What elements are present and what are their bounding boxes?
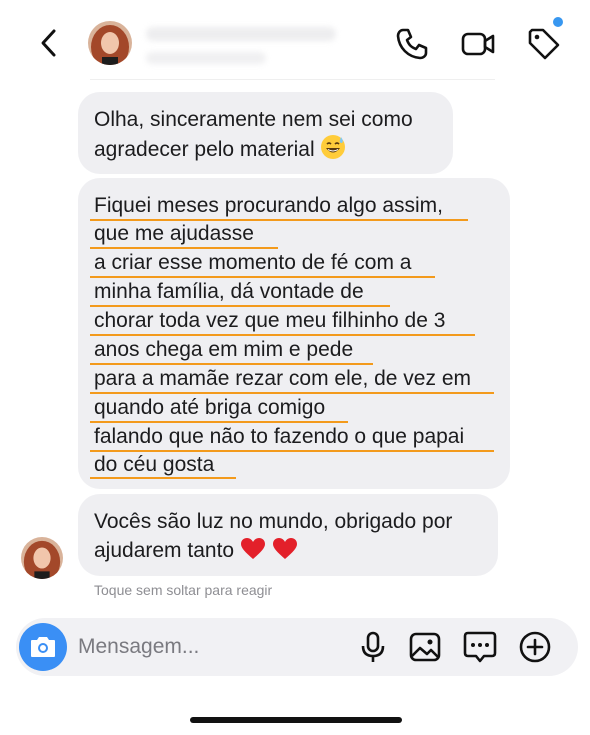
message-line: anos chega em mim e pede xyxy=(94,338,354,361)
message-line: quando até briga comigo xyxy=(94,396,326,419)
message-bubble[interactable]: Fiquei meses procurando algo assim, que … xyxy=(78,178,510,489)
message-line: minha família, dá vontade de xyxy=(94,280,364,303)
highlight-underline xyxy=(90,477,236,479)
contact-status-blurred xyxy=(146,52,266,64)
message-line: do céu gosta xyxy=(94,453,215,476)
reaction-hint: Toque sem soltar para reagir xyxy=(94,582,273,598)
chevron-left-icon[interactable] xyxy=(36,26,64,60)
message-text: Olha, sinceramente nem sei como agradece… xyxy=(94,105,413,168)
notification-dot xyxy=(553,17,563,27)
message-composer: Mensagem... xyxy=(16,618,578,676)
phone-icon[interactable] xyxy=(394,26,430,62)
message-line: Olha, sinceramente nem sei como xyxy=(94,108,413,131)
message-line: para a mamãe rezar com ele, de vez em xyxy=(94,367,471,390)
message-line: a criar esse momento de fé com a xyxy=(94,251,412,274)
message-line: que me ajudasse xyxy=(94,222,254,245)
avatar[interactable] xyxy=(21,537,63,579)
message-line: Vocês são luz no mundo, obrigado por xyxy=(94,510,453,533)
message-line-text: agradecer pelo material xyxy=(94,138,315,161)
microphone-icon[interactable] xyxy=(355,629,391,665)
message-input[interactable]: Mensagem... xyxy=(78,635,199,659)
red-heart-emoji xyxy=(240,537,266,569)
message-line: ajudarem tanto xyxy=(94,536,452,569)
message-line: chorar toda vez que meu filhinho de 3 xyxy=(94,309,446,332)
message-bubble[interactable]: Vocês são luz no mundo, obrigado por aju… xyxy=(78,494,498,576)
message-text: Vocês são luz no mundo, obrigado por aju… xyxy=(94,507,452,569)
sweat-smile-emoji xyxy=(320,134,346,168)
camera-button[interactable] xyxy=(19,623,67,671)
chat-header xyxy=(0,0,590,80)
contact-name-blurred xyxy=(146,27,336,41)
video-camera-icon[interactable] xyxy=(460,26,496,62)
message-bubble[interactable]: Olha, sinceramente nem sei como agradece… xyxy=(78,92,453,174)
avatar[interactable] xyxy=(88,21,132,65)
home-indicator xyxy=(190,717,402,723)
tag-icon[interactable] xyxy=(526,26,562,62)
message-line-text: ajudarem tanto xyxy=(94,539,235,562)
sticker-icon[interactable] xyxy=(462,629,498,665)
camera-icon xyxy=(31,637,55,657)
header-divider xyxy=(90,79,495,80)
message-line: falando que não to fazendo o que papai xyxy=(94,425,465,448)
gallery-icon[interactable] xyxy=(407,629,443,665)
plus-circle-icon[interactable] xyxy=(517,629,553,665)
message-line: Fiquei meses procurando algo assim, xyxy=(94,194,444,217)
message-line: agradecer pelo material xyxy=(94,134,413,168)
red-heart-emoji xyxy=(272,537,298,569)
